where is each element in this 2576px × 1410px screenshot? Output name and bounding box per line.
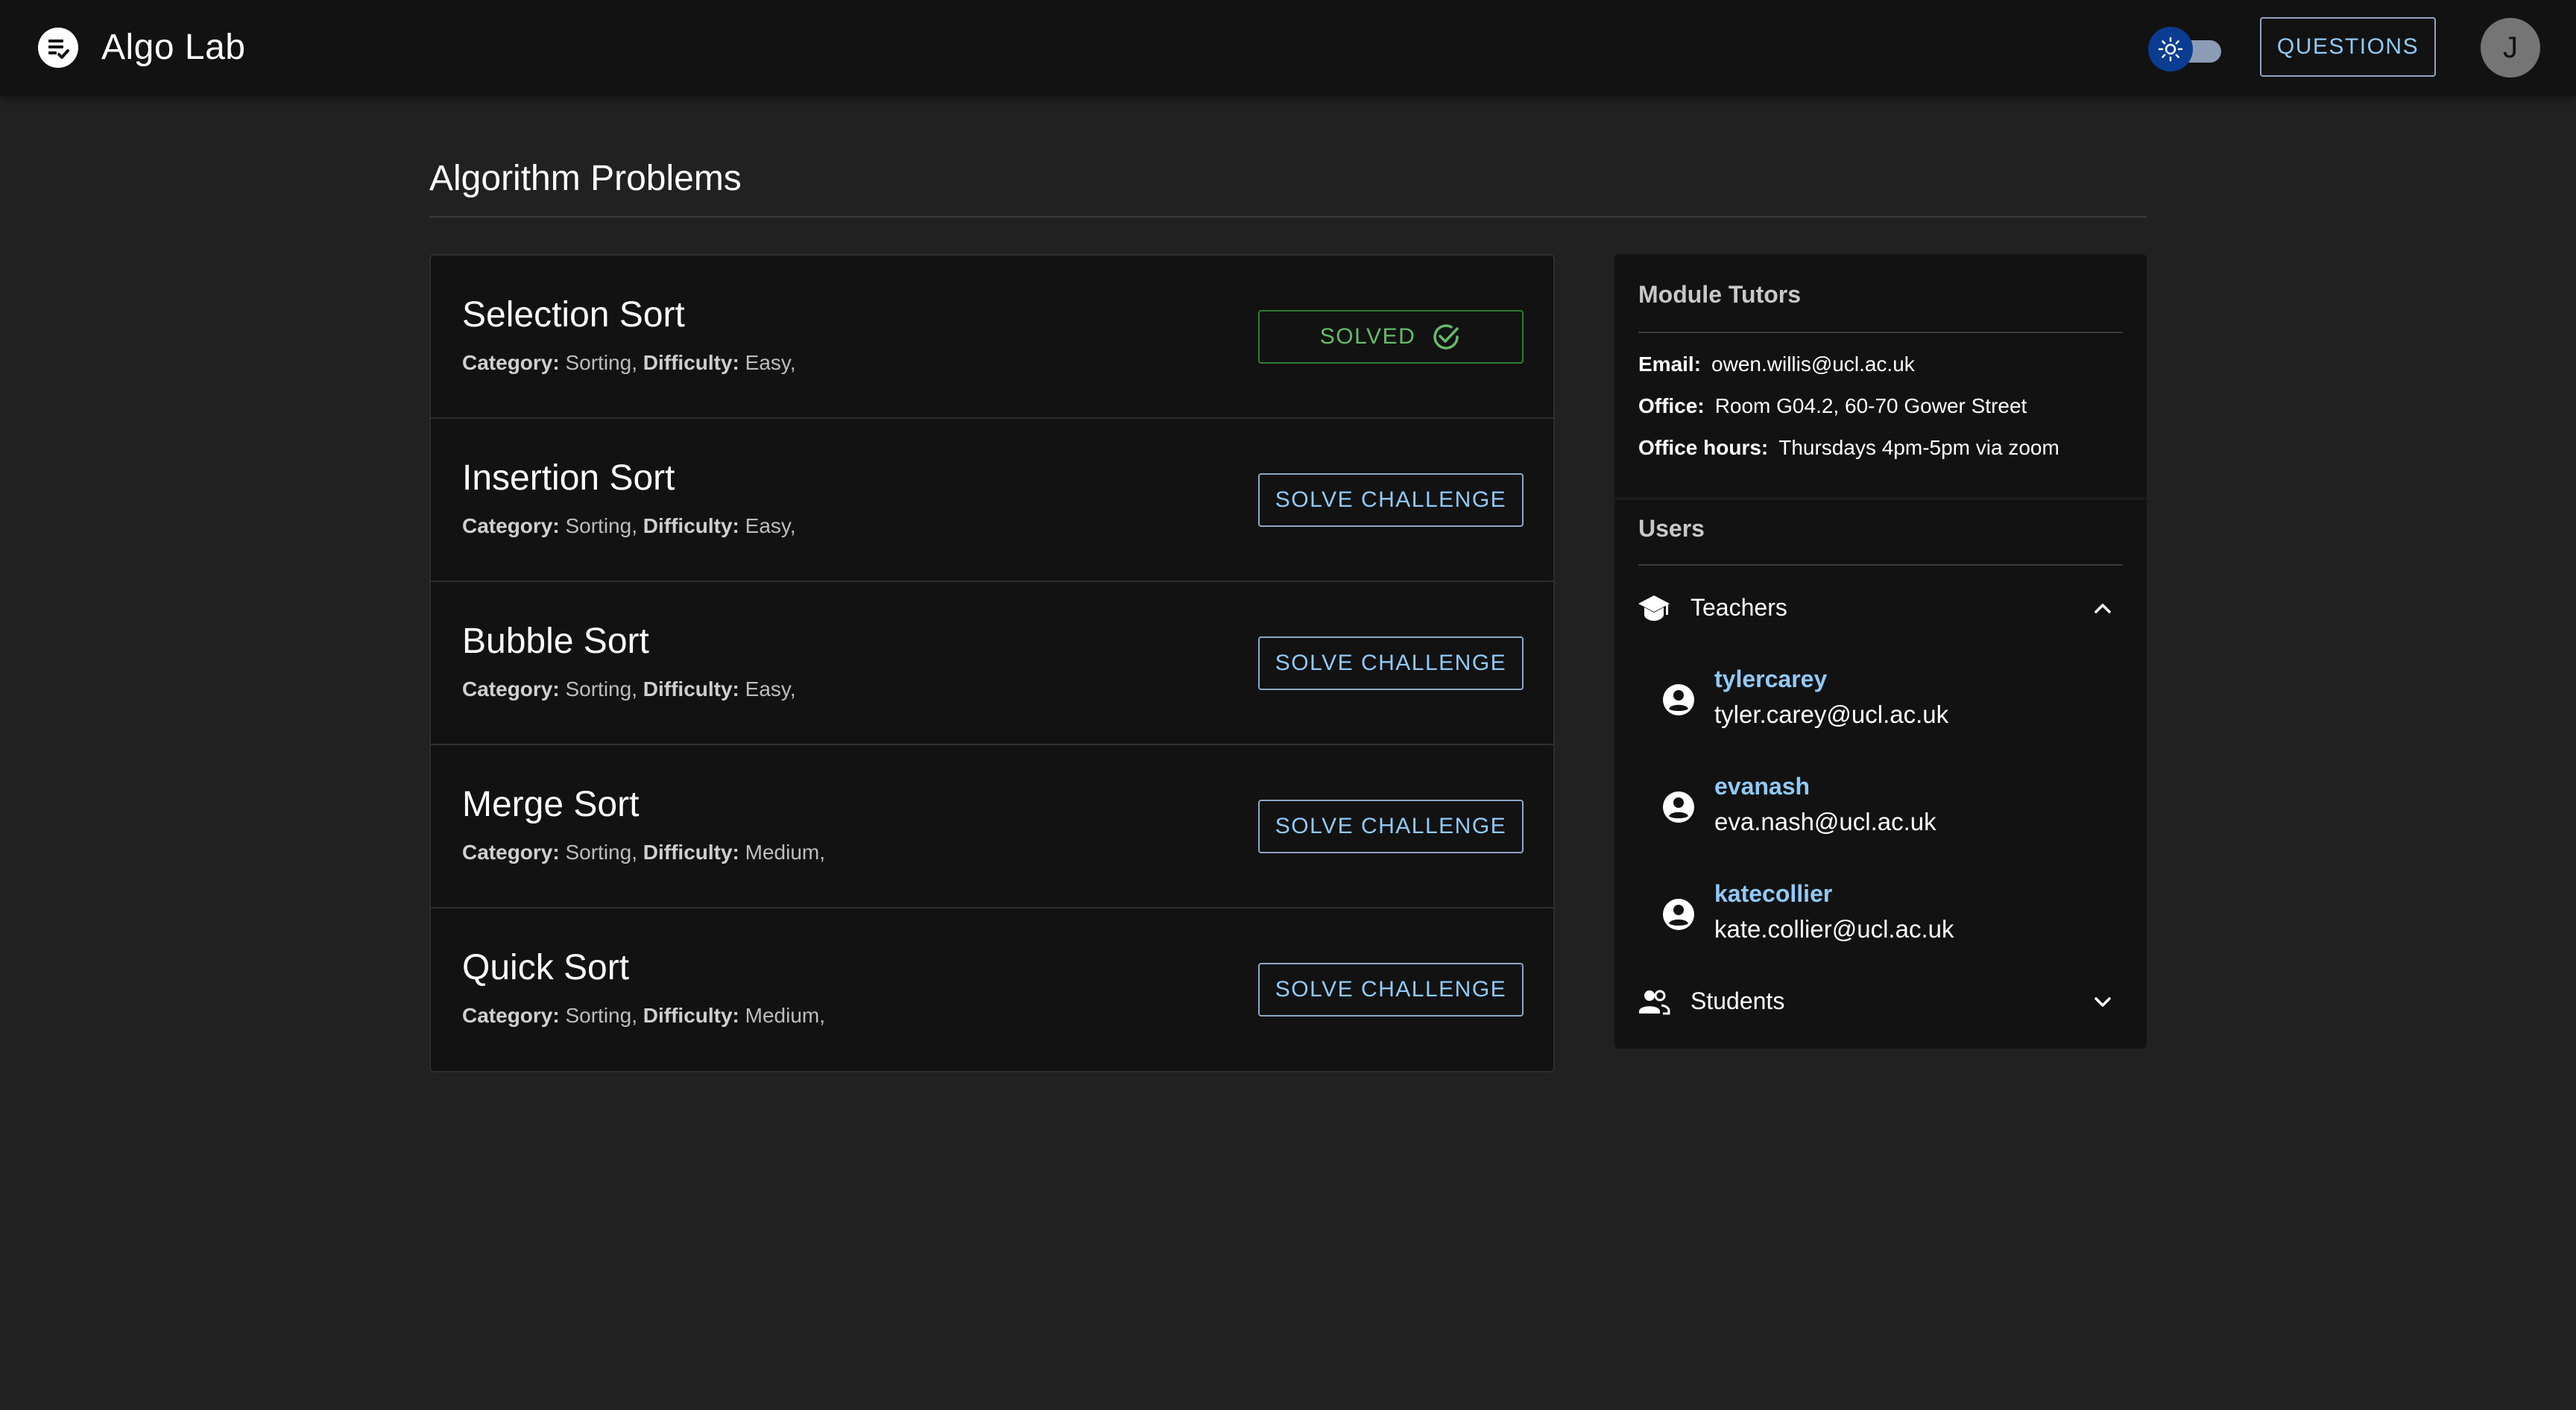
solve-challenge-button[interactable]: SOLVE CHALLENGE bbox=[1258, 963, 1524, 1017]
account-circle-icon bbox=[1663, 684, 1694, 715]
questions-button[interactable]: QUESTIONS bbox=[2260, 17, 2436, 77]
solved-button[interactable]: SOLVED bbox=[1258, 310, 1524, 364]
logo-icon[interactable] bbox=[37, 27, 79, 69]
user-username[interactable]: tylercarey bbox=[1714, 664, 1827, 694]
difficulty-label: Difficulty: bbox=[643, 351, 739, 374]
app-title[interactable]: Algo Lab bbox=[101, 25, 246, 70]
difficulty-value: Easy, bbox=[745, 677, 796, 701]
problem-name: Selection Sort bbox=[462, 295, 685, 335]
difficulty-label: Difficulty: bbox=[643, 677, 739, 701]
user-email: kate.collier@ucl.ac.uk bbox=[1714, 915, 1954, 943]
difficulty-value: Easy, bbox=[745, 351, 796, 374]
problem-item: Merge Sort Category: Sorting, Difficulty… bbox=[431, 745, 1553, 908]
tutor-office: Office: Room G04.2, 60-70 Gower Street bbox=[1638, 393, 2027, 420]
divider bbox=[429, 216, 2147, 218]
problem-meta: Category: Sorting, Difficulty: Medium, bbox=[462, 839, 825, 866]
tutor-email: Email: owen.willis@ucl.ac.uk bbox=[1638, 351, 1915, 378]
problem-name: Insertion Sort bbox=[462, 458, 675, 498]
user-list-item[interactable]: evanash eva.nash@ucl.ac.uk bbox=[1614, 765, 2147, 855]
user-username[interactable]: evanash bbox=[1714, 771, 1810, 801]
teachers-group-toggle[interactable]: Teachers bbox=[1614, 578, 2147, 637]
problem-name: Quick Sort bbox=[462, 948, 630, 987]
category-label: Category: bbox=[462, 351, 560, 374]
divider bbox=[1638, 564, 2123, 566]
theme-toggle[interactable] bbox=[2148, 25, 2223, 72]
check-circle-icon bbox=[1433, 324, 1459, 350]
hours-label: Office hours: bbox=[1638, 436, 1769, 459]
problem-meta: Category: Sorting, Difficulty: Medium, bbox=[462, 1002, 825, 1029]
chevron-down-icon bbox=[2094, 997, 2111, 1007]
page-title: Algorithm Problems bbox=[429, 159, 742, 198]
category-label: Category: bbox=[462, 841, 560, 864]
divider bbox=[1638, 332, 2123, 333]
account-circle-icon bbox=[1663, 791, 1694, 823]
office-label: Office: bbox=[1638, 394, 1705, 417]
hours-value: Thursdays 4pm-5pm via zoom bbox=[1778, 436, 2059, 459]
solve-challenge-button[interactable]: SOLVE CHALLENGE bbox=[1258, 636, 1524, 690]
difficulty-value: Medium, bbox=[745, 1004, 826, 1027]
problem-name: Bubble Sort bbox=[462, 622, 649, 661]
category-value: Sorting, bbox=[565, 1004, 637, 1027]
toggle-thumb[interactable] bbox=[2148, 27, 2193, 72]
problem-name: Merge Sort bbox=[462, 785, 640, 824]
school-icon bbox=[1638, 595, 1670, 621]
category-label: Category: bbox=[462, 677, 560, 701]
students-group-toggle[interactable]: Students bbox=[1614, 971, 2147, 1031]
problem-meta: Category: Sorting, Difficulty: Easy, bbox=[462, 350, 796, 376]
problem-meta: Category: Sorting, Difficulty: Easy, bbox=[462, 676, 796, 703]
user-email: tyler.carey@ucl.ac.uk bbox=[1714, 701, 1949, 728]
solve-challenge-button[interactable]: SOLVE CHALLENGE bbox=[1258, 800, 1524, 853]
difficulty-value: Easy, bbox=[745, 514, 796, 537]
problem-item: Selection Sort Category: Sorting, Diffic… bbox=[431, 256, 1553, 419]
category-value: Sorting, bbox=[565, 677, 637, 701]
user-list-item[interactable]: tylercarey tyler.carey@ucl.ac.uk bbox=[1614, 658, 2147, 747]
category-value: Sorting, bbox=[565, 514, 637, 537]
office-value: Room G04.2, 60-70 Gower Street bbox=[1714, 394, 2027, 417]
section-separator bbox=[1614, 497, 2147, 500]
user-list-item[interactable]: katecollier kate.collier@ucl.ac.uk bbox=[1614, 873, 2147, 962]
sun-icon bbox=[2158, 37, 2183, 62]
chevron-up-icon bbox=[2094, 604, 2111, 613]
solved-label: SOLVED bbox=[1319, 324, 1416, 349]
difficulty-label: Difficulty: bbox=[643, 514, 739, 537]
user-username[interactable]: katecollier bbox=[1714, 879, 1832, 908]
solve-challenge-button[interactable]: SOLVE CHALLENGE bbox=[1258, 473, 1524, 527]
category-value: Sorting, bbox=[565, 841, 637, 864]
students-label: Students bbox=[1690, 987, 1785, 1014]
email-value: owen.willis@ucl.ac.uk bbox=[1711, 352, 1915, 376]
difficulty-value: Medium, bbox=[745, 841, 826, 864]
problem-item: Quick Sort Category: Sorting, Difficulty… bbox=[431, 908, 1553, 1072]
problem-item: Bubble Sort Category: Sorting, Difficult… bbox=[431, 582, 1553, 745]
users-heading: Users bbox=[1638, 515, 1705, 542]
app-bar: Algo Lab QUESTIONS J bbox=[0, 0, 2576, 95]
sidebar: Module Tutors Email: owen.willis@ucl.ac.u… bbox=[1614, 254, 2147, 1049]
problem-meta: Category: Sorting, Difficulty: Easy, bbox=[462, 513, 796, 540]
tutor-hours: Office hours: Thursdays 4pm-5pm via zoom bbox=[1638, 434, 2059, 461]
teachers-label: Teachers bbox=[1690, 594, 1787, 621]
category-value: Sorting, bbox=[565, 351, 637, 374]
problem-list: Selection Sort Category: Sorting, Diffic… bbox=[429, 254, 1555, 1072]
group-icon bbox=[1639, 990, 1670, 1015]
category-label: Category: bbox=[462, 514, 560, 537]
difficulty-label: Difficulty: bbox=[643, 1004, 739, 1027]
email-label: Email: bbox=[1638, 352, 1702, 376]
user-email: eva.nash@ucl.ac.uk bbox=[1714, 808, 1936, 835]
category-label: Category: bbox=[462, 1004, 560, 1027]
module-tutors-heading: Module Tutors bbox=[1638, 281, 1802, 308]
problem-item: Insertion Sort Category: Sorting, Diffic… bbox=[431, 419, 1553, 582]
avatar[interactable]: J bbox=[2481, 18, 2540, 78]
difficulty-label: Difficulty: bbox=[643, 841, 739, 864]
account-circle-icon bbox=[1663, 899, 1694, 930]
